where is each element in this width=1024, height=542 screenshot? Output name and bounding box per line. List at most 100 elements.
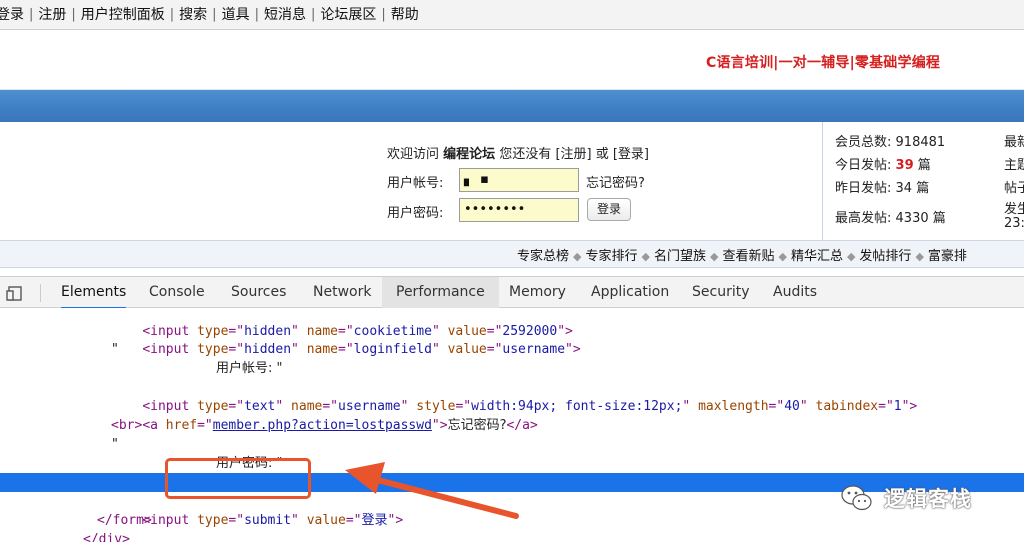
password-value: •••••••• [464,202,526,217]
punct: =" [228,342,245,357]
dom-node-loginfield[interactable]: <input type="hidden" name="loginfield" v… [111,321,580,357]
attr-name: type [197,513,229,528]
dom-node-form-close[interactable]: </form> [97,511,152,530]
dom-node-username-input[interactable]: <input type="text" name="username" style… [111,378,917,414]
attr-name: type [197,342,229,357]
stat-value: 39 [895,158,914,173]
dom-text-node[interactable]: " [111,340,119,359]
link-rich-rank[interactable]: 富豪排 [928,249,967,264]
punct: =" [792,494,808,509]
stat-value: 34 [895,181,913,196]
forum-top-nav: 登录 | 注册 | 用户控制面板 | 搜索 | 道具 | 短消息 | 论坛展区 … [0,0,1024,30]
welcome-text: 欢迎访问 编程论坛 您还没有 [注册] 或 [登录] [387,143,649,162]
stat-cut-5: 23: [1004,216,1024,231]
stat-cut-3: 帖子 [1004,181,1024,196]
link-text: 忘记密码? [447,418,507,433]
stat-unit: 篇 [916,181,930,196]
stat-label: 昨日发帖: [835,181,892,196]
link-digest[interactable]: 精华汇总 [791,249,843,264]
tag-close: "> [387,513,404,528]
attr-value: width:94px; font-size:12px; [502,494,714,509]
diamond-icon: ◆ [846,250,856,263]
tag-close: "> [815,494,832,509]
stat-members: 会员总数: 918481 [835,131,945,150]
welcome-prefix: 欢迎访问 [387,147,440,162]
attr-name: href [165,418,198,433]
nav-search[interactable]: 搜索 [174,6,212,24]
tab-security[interactable]: Security [692,277,750,308]
password-input[interactable]: •••••••• [459,198,579,222]
quick-links-bar: 专家总榜 ◆ 专家排行 ◆ 名门望族 ◆ 查看新贴 ◆ 精华汇总 ◆ 发帖排行 ◆ 富豪排 [0,240,1024,268]
promo-link[interactable]: C语言培训|一对一辅导|零基础学编程 [706,52,940,72]
tab-application[interactable]: Application [591,277,669,308]
link-expert-board[interactable]: 专家总榜 [517,249,569,264]
link-post-rank[interactable]: 发帖排行 [859,249,911,264]
diamond-icon: ◆ [641,250,650,263]
watermark-text: 逻辑客栈 [884,487,972,511]
dom-node-div-close[interactable]: </div> [83,530,130,542]
link-famous-families[interactable]: 名门望族 [654,249,706,264]
nav-messages[interactable]: 短消息 [259,6,311,24]
attr-value: username [502,342,566,357]
stat-unit: 篇 [917,158,931,173]
dom-node-lostpasswd-link[interactable]: <a href="member.php?action=lostpasswd">忘… [111,397,537,433]
tab-audits[interactable]: Audits [773,277,817,308]
stat-yesterday: 昨日发帖: 34 篇 [835,177,929,196]
watermark: 逻辑客栈 [840,478,1020,518]
banner-bar [0,90,1024,122]
link-expert-rank[interactable]: 专家排行 [585,249,637,264]
punct: " [291,513,307,528]
username-label: 用户帐号: [387,176,444,191]
tag-open: <a [142,418,166,433]
device-toolbar-icon[interactable] [6,284,24,302]
href-link[interactable]: member.php?action=lostpasswd [213,418,432,433]
attr-name: name [306,342,339,357]
attr-value: 2 [807,494,816,509]
nav-user-control-panel[interactable]: 用户控制面板 [76,6,170,24]
nav-login[interactable]: 登录 [0,6,29,24]
punct: =" [345,513,362,528]
nav-register[interactable]: 注册 [33,6,71,24]
stat-cut-4: 发生 [1004,202,1024,217]
dom-node-cookietime[interactable]: <input type="hidden" name="cookietime" v… [111,303,573,339]
stat-label: 会员总数: [835,135,892,150]
punct: =" [768,399,785,414]
attr-value: loginfield [353,342,432,357]
attr-value: 登录 [361,513,388,528]
nav-help[interactable]: 帮助 [386,6,424,24]
username-value: ▖ ▪ [464,172,490,187]
login-button[interactable]: 登录 [587,198,631,221]
stat-today: 今日发帖: 39 篇 [835,154,931,173]
tag-close: "> [901,399,918,414]
welcome-suffix[interactable]: 您还没有 [注册] 或 [登录] [499,147,649,162]
forum-name: 编程论坛 [443,147,496,162]
attr-name: value [447,342,487,357]
punct: =" [228,513,245,528]
dom-text-username-label[interactable]: 用户帐号: " [216,359,283,378]
stat-value: 4330 [895,211,929,226]
link-new-posts[interactable]: 查看新贴 [722,249,774,264]
attr-name: tabindex [729,494,793,509]
diamond-icon: ◆ [778,250,787,263]
stat-label: 最高发帖: [835,211,892,226]
punct: " [682,399,699,414]
quick-links: 专家总榜 ◆ 专家排行 ◆ 名门望族 ◆ 查看新贴 ◆ 精华汇总 ◆ 发帖排行 ◆ 富豪排 [517,245,967,264]
attr-name: value [306,513,346,528]
punct: =" [878,399,894,414]
forgot-password-link[interactable]: 忘记密码? [586,172,645,191]
diamond-icon: ◆ [915,250,924,263]
attr-value: 1 [893,399,902,414]
attr-value: 40 [784,399,800,414]
toolbar-divider [40,284,41,302]
stat-cut-1: 最新 [1004,135,1024,150]
stat-cut-2: 主题 [1004,158,1024,173]
dom-node-br[interactable]: <br> [111,416,142,435]
nav-forum-showcase[interactable]: 论坛展区 [315,6,381,24]
attr-name: maxlength [698,399,769,414]
dom-text-node[interactable]: " [111,435,119,454]
attr-name: style [447,494,487,509]
tag-open: <input [142,342,198,357]
username-input[interactable]: ▖ ▪ [459,168,579,192]
stat-unit: 篇 [932,211,946,226]
nav-props[interactable]: 道具 [217,6,255,24]
